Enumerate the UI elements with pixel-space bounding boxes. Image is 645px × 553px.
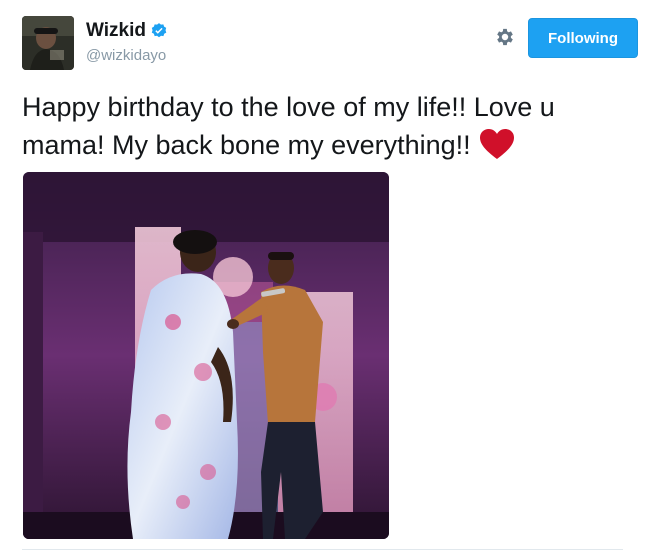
tweet-text-block: Happy birthday to the love of my life!! … [22, 88, 622, 164]
avatar-photo [22, 16, 74, 70]
following-button[interactable]: Following [528, 18, 638, 58]
name-row: Wizkid [86, 20, 168, 42]
red-heart-icon [479, 128, 515, 160]
avatar[interactable] [22, 16, 74, 70]
user-handle[interactable]: @wizkidayo [86, 47, 168, 65]
tweet-photo[interactable] [23, 172, 389, 539]
gear-icon[interactable] [494, 26, 516, 48]
user-info: Wizkid @wizkidayo [86, 20, 168, 65]
verified-badge-icon [150, 22, 168, 40]
tweet-card: Wizkid @wizkidayo Following Happy birthd… [0, 0, 645, 553]
display-name[interactable]: Wizkid [86, 20, 146, 42]
divider [22, 549, 623, 550]
tweet-text: Happy birthday to the love of my life!! … [22, 92, 555, 160]
